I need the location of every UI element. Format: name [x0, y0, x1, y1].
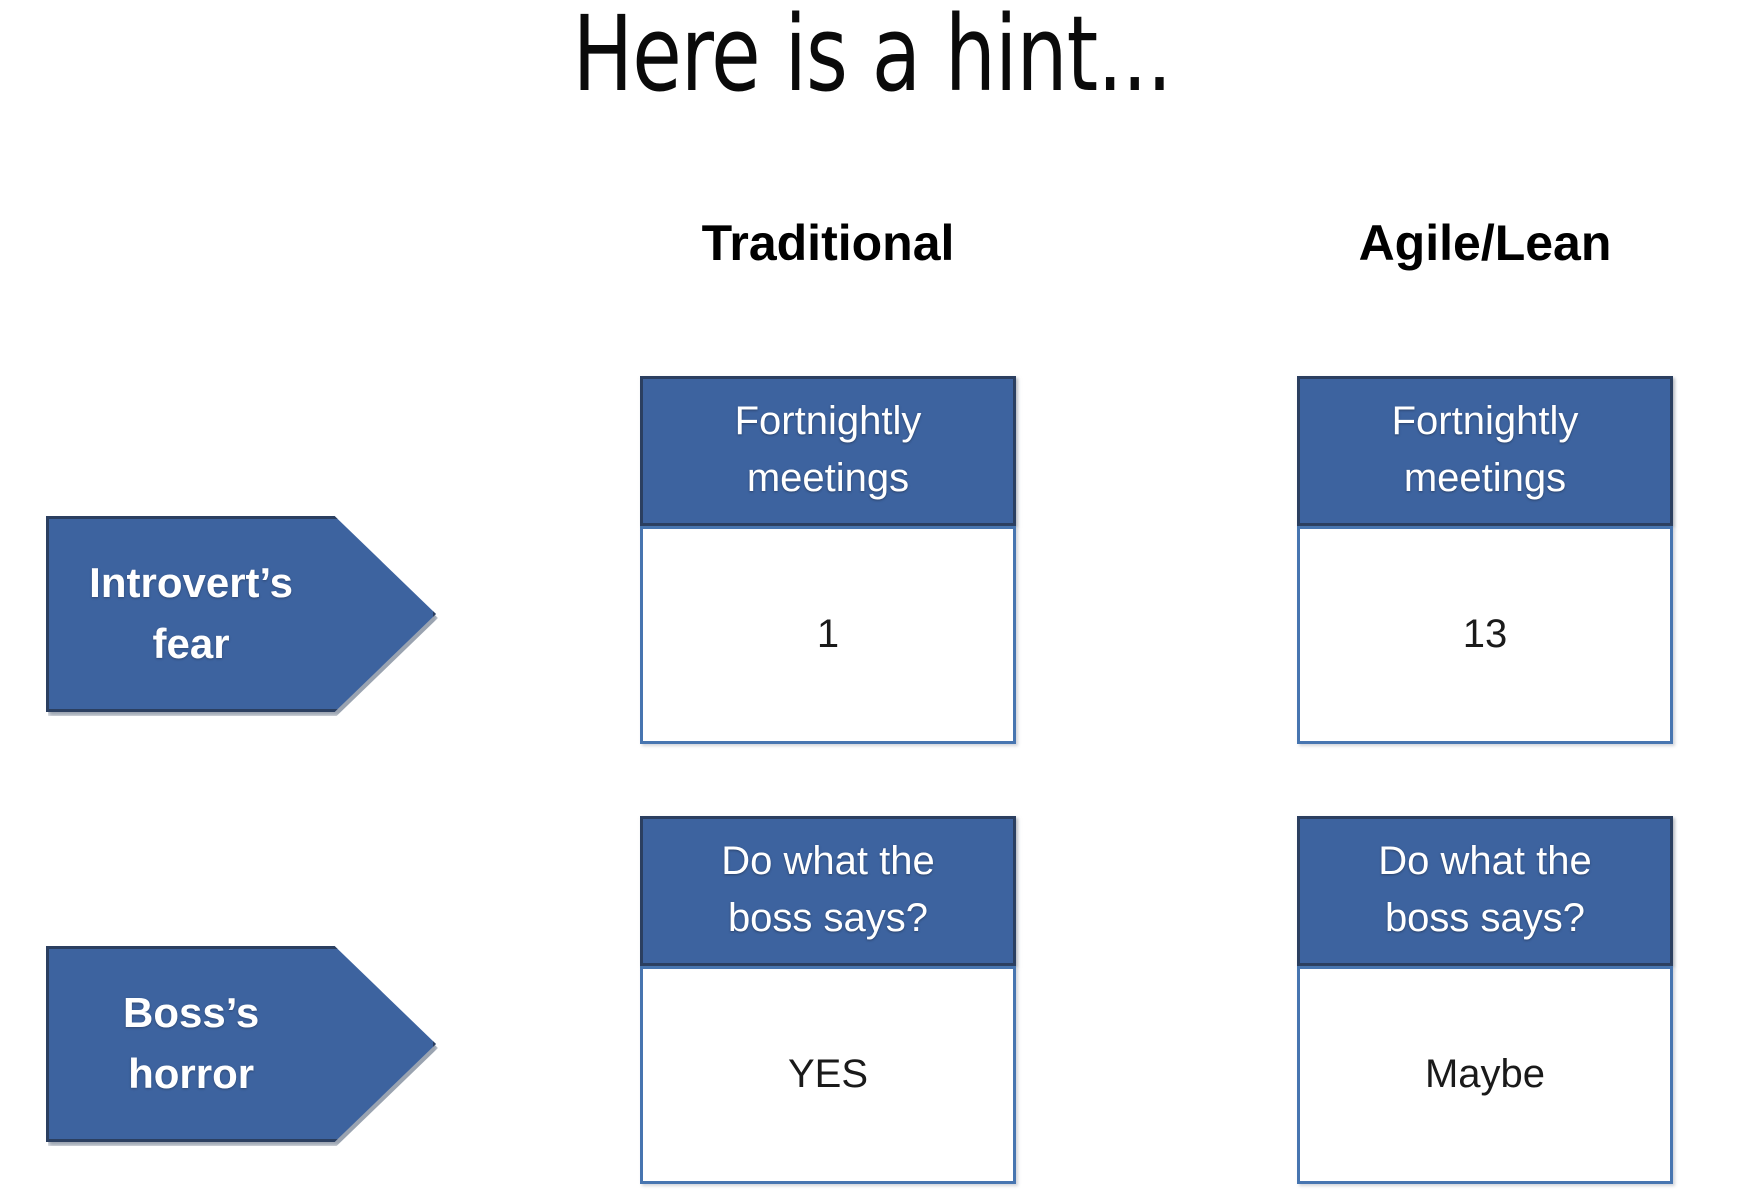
- slide-canvas: Here is a hint... Traditional Agile/Lean…: [0, 0, 1744, 1200]
- arrow-bosss-horror[interactable]: Boss’s horror: [46, 946, 436, 1142]
- card-header-line-2: boss says?: [727, 895, 929, 940]
- card-value-traditional-row2: YES: [640, 965, 1016, 1184]
- column-heading-traditional: Traditional: [701, 215, 955, 271]
- column-heading-agile-lean: Agile/Lean: [1358, 215, 1612, 271]
- card-agile-fortnightly-meetings[interactable]: Fortnightly meetings 13: [1297, 376, 1673, 744]
- card-header-agile-row1: Fortnightly meetings: [1297, 376, 1673, 526]
- card-header-line-1: Do what the: [721, 839, 935, 883]
- card-header-line-2: meetings: [746, 455, 910, 500]
- card-agile-boss-says[interactable]: Do what the boss says? Maybe: [1297, 816, 1673, 1184]
- arrow-label-line-1: Boss’s: [123, 989, 260, 1037]
- card-value-traditional-row1: 1: [640, 525, 1016, 744]
- card-header-line-1: Fortnightly: [734, 399, 922, 443]
- arrow-label-line-2: fear: [152, 620, 230, 667]
- arrow-label-bosss-horror: Boss’s horror: [57, 983, 326, 1105]
- card-traditional-fortnightly-meetings[interactable]: Fortnightly meetings 1: [640, 376, 1016, 744]
- card-header-traditional-row1: Fortnightly meetings: [640, 376, 1016, 526]
- page-title: Here is a hint...: [572, 0, 1173, 115]
- arrow-introverts-fear[interactable]: Introvert’s fear: [46, 516, 436, 712]
- card-header-line-1: Fortnightly: [1391, 399, 1579, 443]
- arrow-label-introverts-fear: Introvert’s fear: [57, 553, 326, 675]
- card-header-line-2: boss says?: [1384, 895, 1586, 940]
- card-value-agile-row2: Maybe: [1297, 965, 1673, 1184]
- arrow-label-line-2: horror: [128, 1050, 255, 1097]
- card-header-line-2: meetings: [1403, 455, 1567, 500]
- card-header-agile-row2: Do what the boss says?: [1297, 816, 1673, 966]
- card-value-agile-row1: 13: [1297, 525, 1673, 744]
- card-traditional-boss-says[interactable]: Do what the boss says? YES: [640, 816, 1016, 1184]
- arrow-label-line-1: Introvert’s: [89, 559, 293, 607]
- card-header-line-1: Do what the: [1378, 839, 1592, 883]
- card-header-traditional-row2: Do what the boss says?: [640, 816, 1016, 966]
